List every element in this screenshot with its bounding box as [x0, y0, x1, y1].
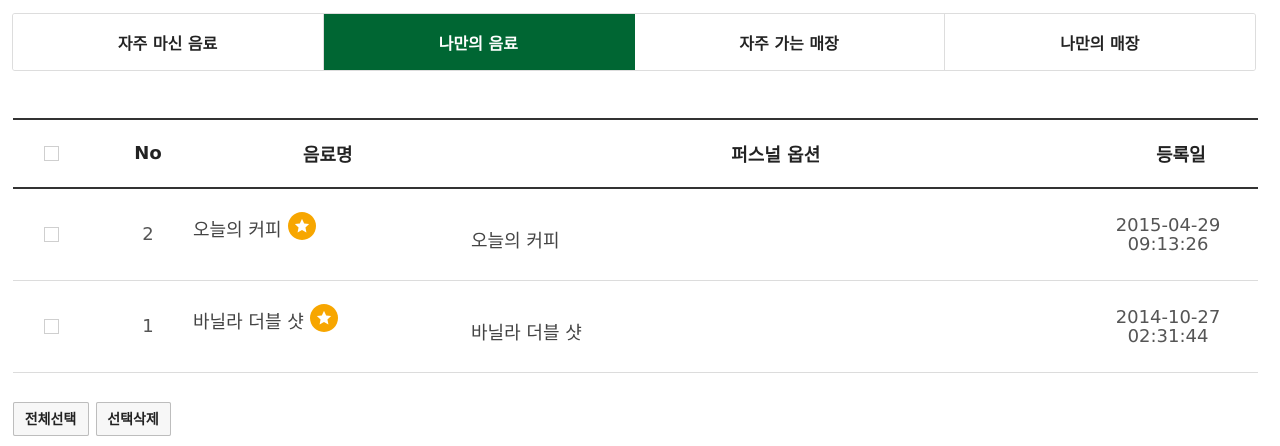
header-checkbox-cell [44, 146, 60, 161]
row-date: 2015-04-29 [1115, 214, 1221, 236]
star-icon [287, 212, 316, 240]
row-no: 1 [142, 316, 154, 337]
row-checkbox[interactable] [44, 319, 59, 334]
row-checkbox-cell [44, 319, 60, 334]
row-registered-date: 2014-10-27 02:31:44 [1098, 308, 1238, 346]
row-date: 2014-10-27 [1115, 306, 1221, 328]
row-no: 2 [142, 224, 154, 245]
header-drink-name: 음료명 [303, 144, 353, 166]
table-actions: 전체선택 선택삭제 [13, 402, 172, 436]
tab-frequent-stores[interactable]: 자주 가는 매장 [634, 14, 946, 70]
tab-frequent-drinks[interactable]: 자주 마신 음료 [13, 14, 324, 70]
row-time: 09:13:26 [1127, 233, 1209, 255]
table-row: 2 오늘의 커피 오늘의 커피 2015-04-29 09:13:26 [13, 189, 1258, 281]
select-all-checkbox[interactable] [44, 146, 59, 161]
select-all-button[interactable]: 전체선택 [13, 402, 89, 436]
row-time: 02:31:44 [1127, 325, 1209, 347]
header-personal-option: 퍼스널 옵션 [731, 144, 821, 166]
row-drink-name: 바닐라 더블 샷 [193, 304, 443, 335]
drink-name-text: 바닐라 더블 샷 [193, 312, 304, 333]
star-icon [309, 304, 338, 332]
header-registered-date: 등록일 [1156, 144, 1206, 166]
drink-table: No 음료명 퍼스널 옵션 등록일 2 오늘의 커피 오늘의 커피 2015-0… [13, 118, 1258, 373]
table-header: No 음료명 퍼스널 옵션 등록일 [13, 120, 1258, 189]
table-row: 1 바닐라 더블 샷 바닐라 더블 샷 2014-10-27 02:31:44 [13, 281, 1258, 373]
row-personal-option: 오늘의 커피 [471, 231, 560, 252]
header-no: No [134, 143, 162, 164]
row-registered-date: 2015-04-29 09:13:26 [1098, 216, 1238, 254]
drink-name-text: 오늘의 커피 [193, 220, 282, 241]
row-drink-name: 오늘의 커피 [193, 212, 443, 243]
row-checkbox-cell [44, 227, 60, 242]
tab-my-drinks[interactable]: 나만의 음료 [323, 14, 635, 70]
tab-bar: 자주 마신 음료 나만의 음료 자주 가는 매장 나만의 매장 [12, 13, 1256, 71]
tab-my-stores[interactable]: 나만의 매장 [945, 14, 1255, 70]
delete-selected-button[interactable]: 선택삭제 [95, 402, 172, 436]
row-checkbox[interactable] [44, 227, 59, 242]
row-personal-option: 바닐라 더블 샷 [471, 323, 582, 344]
